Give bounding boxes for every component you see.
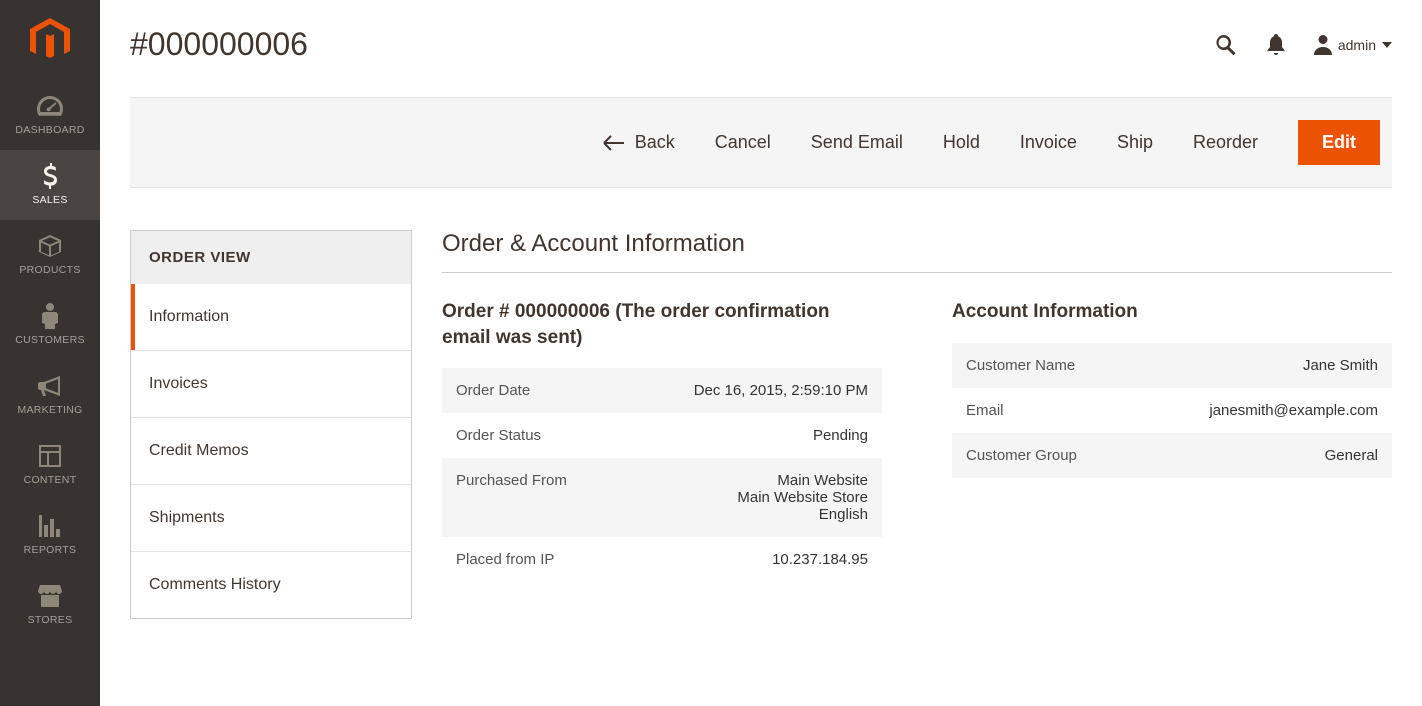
megaphone-icon [38,372,62,400]
table-row: Order StatusPending [442,413,882,458]
field-label: Customer Group [952,433,1163,478]
field-label: Customer Name [952,343,1163,388]
nav-label: MARKETING [17,404,82,416]
user-avatar-icon [1314,35,1332,55]
layout-icon [39,442,61,470]
field-value: Dec 16, 2015, 2:59:10 PM [653,368,882,413]
nav-label: REPORTS [24,544,77,556]
chevron-down-icon [1382,42,1392,48]
vertical-nav: DASHBOARD SALES PRODUCTS CUSTOMERS MARKE [0,0,100,706]
nav-item-content[interactable]: CONTENT [0,430,100,500]
nav-label: SALES [32,194,67,206]
nav-item-stores[interactable]: STORES [0,570,100,640]
order-view-panel: ORDER VIEW Information Invoices Credit M… [130,230,412,619]
table-row: Placed from IP10.237.184.95 [442,537,882,582]
back-button[interactable]: Back [603,132,675,153]
table-row: Customer GroupGeneral [952,433,1392,478]
field-value: General [1163,433,1392,478]
nav-item-customers[interactable]: CUSTOMERS [0,290,100,360]
order-info-table: Order DateDec 16, 2015, 2:59:10 PMOrder … [442,368,882,582]
nav-item-sales[interactable]: SALES [0,150,100,220]
back-label: Back [635,132,675,153]
section-title: Order & Account Information [442,230,1392,273]
tab-comments-history[interactable]: Comments History [131,551,411,618]
user-name: admin [1338,37,1376,53]
nav-item-marketing[interactable]: MARKETING [0,360,100,430]
nav-label: STORES [28,614,73,626]
field-value: Pending [653,413,882,458]
reorder-button[interactable]: Reorder [1193,132,1258,153]
ship-button[interactable]: Ship [1117,132,1153,153]
tab-shipments[interactable]: Shipments [131,484,411,551]
nav-label: DASHBOARD [15,124,84,136]
field-value[interactable]: Jane Smith [1163,343,1392,388]
nav-label: CONTENT [24,474,77,486]
field-value[interactable]: janesmith@example.com [1163,388,1392,433]
field-label: Order Date [442,368,653,413]
invoice-button[interactable]: Invoice [1020,132,1077,153]
field-value: Main WebsiteMain Website StoreEnglish [653,458,882,537]
table-row: Order DateDec 16, 2015, 2:59:10 PM [442,368,882,413]
field-label: Purchased From [442,458,653,537]
tab-invoices[interactable]: Invoices [131,350,411,417]
order-details: Order & Account Information Order # 0000… [442,230,1392,619]
action-bar: Back Cancel Send Email Hold Invoice Ship… [130,97,1392,188]
magento-logo [0,0,100,80]
box-icon [38,232,62,260]
field-value: 10.237.184.95 [653,537,882,582]
field-label: Email [952,388,1163,433]
nav-label: PRODUCTS [19,264,80,276]
topbar: #000000006 admin [130,0,1392,97]
nav-item-reports[interactable]: REPORTS [0,500,100,570]
edit-button[interactable]: Edit [1298,120,1380,165]
arrow-left-icon [603,135,625,151]
tab-information[interactable]: Information [131,284,411,350]
send-email-button[interactable]: Send Email [811,132,903,153]
nav-item-dashboard[interactable]: DASHBOARD [0,80,100,150]
bars-icon [39,512,61,540]
bell-icon[interactable] [1266,34,1286,56]
page-title: #000000006 [130,26,1214,63]
storefront-icon [38,582,62,610]
table-row: Emailjanesmith@example.com [952,388,1392,433]
hold-button[interactable]: Hold [943,132,980,153]
order-view-panel-title: ORDER VIEW [131,231,411,284]
table-row: Customer NameJane Smith [952,343,1392,388]
user-menu[interactable]: admin [1314,35,1392,55]
field-label: Order Status [442,413,653,458]
tab-credit-memos[interactable]: Credit Memos [131,417,411,484]
account-subheading: Account Information [952,299,1392,325]
nav-item-products[interactable]: PRODUCTS [0,220,100,290]
gauge-icon [37,92,63,120]
search-icon[interactable] [1214,33,1238,57]
account-info-table: Customer NameJane SmithEmailjanesmith@ex… [952,343,1392,478]
cancel-button[interactable]: Cancel [715,132,771,153]
order-subheading: Order # 000000006 (The order confirmatio… [442,299,882,350]
person-icon [42,302,58,330]
magento-logo-icon [30,18,70,62]
nav-label: CUSTOMERS [15,334,85,346]
table-row: Purchased FromMain WebsiteMain Website S… [442,458,882,537]
field-label: Placed from IP [442,537,653,582]
dollar-icon [42,162,58,190]
